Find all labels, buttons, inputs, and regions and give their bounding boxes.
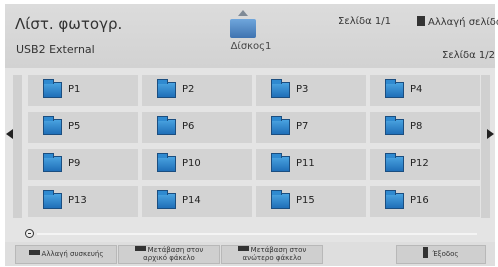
folder-label: P10 (182, 158, 201, 169)
folder-tile[interactable]: P10 (142, 149, 252, 180)
folder-label: P6 (182, 121, 195, 132)
scroll-handle-icon[interactable] (25, 229, 34, 238)
folder-label: P14 (182, 195, 201, 206)
folder-label: P11 (296, 158, 315, 169)
exit-label: Έξοδος (432, 250, 459, 258)
folder-icon (385, 79, 404, 98)
folder-icon (157, 79, 176, 98)
folder-tile[interactable]: P16 (370, 186, 480, 217)
storage-label: Δίσκος1 (230, 41, 272, 52)
folder-icon (157, 153, 176, 172)
folder-tile[interactable]: P8 (370, 112, 480, 143)
folder-label: P16 (410, 195, 429, 206)
exit-button[interactable]: Έξοδος (396, 245, 486, 264)
folder-icon (385, 116, 404, 135)
folder-label: P1 (68, 84, 81, 95)
prev-arrow-icon[interactable] (6, 129, 13, 139)
folder-tile[interactable]: P3 (256, 75, 366, 106)
folder-icon (271, 153, 290, 172)
folder-label: P4 (410, 84, 423, 95)
folder-grid: P1 P2 P3 P4 P5 P6 P7 P8 P9 P10 P11 P12 P… (5, 68, 495, 226)
go-up-line1: Μετάβαση στον (250, 246, 307, 254)
folder-label: P12 (410, 158, 429, 169)
go-root-line1: Μετάβαση στον (147, 246, 204, 254)
change-device-button[interactable]: Αλλαγή συσκευής (15, 245, 117, 264)
folder-icon (271, 79, 290, 98)
next-page-column[interactable] (481, 75, 490, 218)
scroll-track[interactable] (37, 233, 477, 235)
folder-label: P9 (68, 158, 81, 169)
page-indicator-right: Σελίδα 1/2 (442, 50, 496, 61)
folder-label: P13 (68, 195, 87, 206)
photo-list-screen: Λίστ. φωτογρ. USB2 External Δίσκος1 Σελί… (5, 4, 498, 266)
page-indicator-top: Σελίδα 1/1 (338, 16, 392, 27)
folder-tile[interactable]: P15 (256, 186, 366, 217)
go-up-folder-button[interactable]: Μετάβαση στον ανώτερο φάκελο (221, 245, 323, 264)
folder-tile[interactable]: P12 (370, 149, 480, 180)
folder-icon (157, 190, 176, 209)
folder-label: P15 (296, 195, 315, 206)
source-device: USB2 External (16, 43, 95, 56)
drive-body (230, 19, 256, 38)
folder-icon (43, 153, 62, 172)
folder-tile[interactable]: P11 (256, 149, 366, 180)
footer-bar: Αλλαγή συσκευής Μετάβαση στον αρχικό φάκε… (5, 242, 495, 266)
eject-arrow-icon (238, 10, 248, 16)
header-bar: Λίστ. φωτογρ. USB2 External Δίσκος1 Σελί… (5, 4, 498, 68)
folder-tile[interactable]: P1 (28, 75, 138, 106)
folder-icon (43, 79, 62, 98)
folder-label: P3 (296, 84, 309, 95)
folder-label: P7 (296, 121, 309, 132)
usb-drive-icon (230, 10, 256, 40)
page-change-hint: Αλλαγή σελίδας (417, 16, 498, 28)
next-arrow-icon[interactable] (487, 129, 494, 139)
folder-icon (157, 116, 176, 135)
page-change-label: Αλλαγή σελίδας (428, 17, 498, 28)
folder-tile[interactable]: P13 (28, 186, 138, 217)
folder-tile[interactable]: P7 (256, 112, 366, 143)
green-key-icon (134, 246, 146, 251)
folder-label: P2 (182, 84, 195, 95)
go-up-line2: ανώτερο φάκελο (242, 254, 302, 262)
folder-icon (43, 190, 62, 209)
folder-icon (385, 190, 404, 209)
folder-tile[interactable]: P2 (142, 75, 252, 106)
go-root-line2: αρχικό φάκελο (143, 254, 195, 262)
folder-label: P5 (68, 121, 81, 132)
folder-label: P8 (410, 121, 423, 132)
folder-icon (43, 116, 62, 135)
folder-tile[interactable]: P5 (28, 112, 138, 143)
folder-tile[interactable]: P6 (142, 112, 252, 143)
red-key-icon (28, 250, 40, 255)
go-root-folder-button[interactable]: Μετάβαση στον αρχικό φάκελο (118, 245, 220, 264)
change-device-label: Αλλαγή συσκευής (41, 250, 104, 258)
exit-key-icon (423, 247, 429, 258)
folder-icon (271, 116, 290, 135)
page-title: Λίστ. φωτογρ. (15, 15, 123, 33)
folder-icon (385, 153, 404, 172)
yellow-key-icon (237, 246, 249, 251)
folder-tile[interactable]: P4 (370, 75, 480, 106)
folder-tile[interactable]: P14 (142, 186, 252, 217)
folder-tile[interactable]: P9 (28, 149, 138, 180)
prev-page-column[interactable] (13, 75, 22, 218)
page-key-icon (417, 16, 425, 26)
folder-icon (271, 190, 290, 209)
